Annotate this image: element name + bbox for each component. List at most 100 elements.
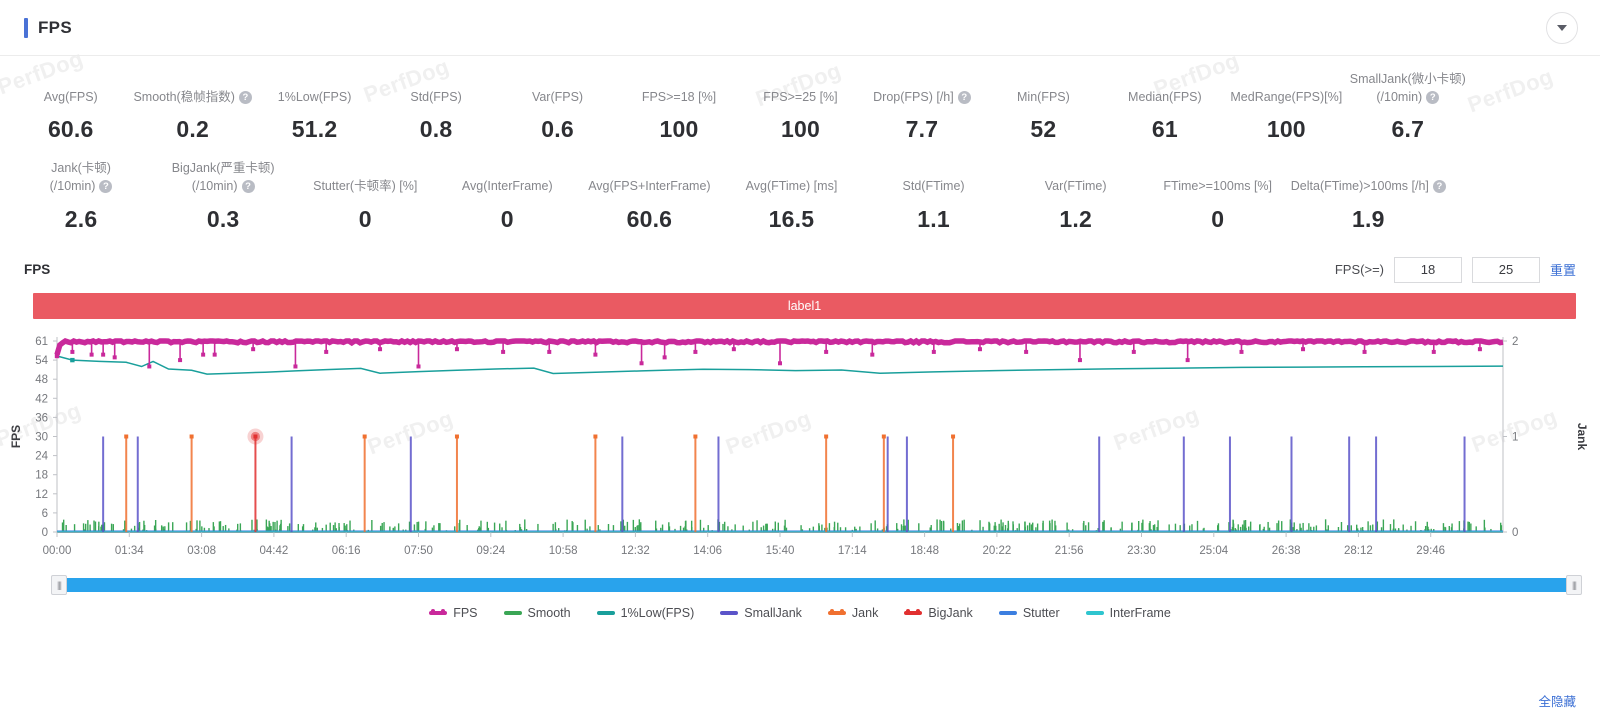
fps-drop-marker[interactable] — [378, 346, 383, 351]
metric-cell: Median(FPS) 61 — [1104, 72, 1225, 143]
reset-thresholds-link[interactable]: 重置 — [1550, 260, 1576, 279]
metric-label-line: Var(FPS) — [531, 90, 584, 105]
legend-item-1-low-fps[interactable]: 1%Low(FPS) — [596, 606, 694, 620]
jank-marker[interactable] — [593, 434, 598, 438]
fps-drop-marker[interactable] — [1431, 349, 1436, 354]
metric-label: Stutter(卡顿率) [%] — [296, 162, 434, 196]
fps-drop-marker[interactable] — [824, 349, 829, 354]
series-1pct-low-marker — [70, 357, 75, 362]
fps-drop-marker[interactable] — [112, 354, 117, 359]
legend-item-bigjank[interactable]: BigJank — [904, 606, 973, 620]
jank-marker[interactable] — [951, 434, 956, 438]
x-tick-label: 26:38 — [1272, 545, 1301, 557]
range-slider-track[interactable] — [57, 577, 1576, 592]
fps-drop-marker[interactable] — [324, 349, 329, 354]
x-tick-label: 21:56 — [1055, 545, 1084, 557]
help-icon[interactable]: ? — [241, 179, 255, 193]
help-icon[interactable]: ? — [238, 90, 252, 104]
fps-drop-marker[interactable] — [731, 346, 736, 351]
x-tick-label: 01:34 — [115, 545, 144, 557]
range-slider-left-handle[interactable]: ||| — [51, 574, 67, 595]
fps-drop-marker[interactable] — [1185, 357, 1190, 362]
jank-marker[interactable] — [362, 434, 367, 438]
label-band-label1[interactable]: label1 — [33, 292, 1576, 319]
fps-drop-marker[interactable] — [70, 349, 75, 354]
fps-chart-svg[interactable]: 06121824303642485461012FPS Jank00:00 01:34… — [0, 325, 1600, 573]
y-tick-label-left: 0 — [42, 527, 48, 539]
metric-label-line: SmallJank(微小卡顿) — [1349, 72, 1466, 86]
metric-label: Avg(FPS+InterFrame) — [580, 162, 718, 196]
fps-drop-marker[interactable] — [101, 352, 106, 357]
fps-drop-marker[interactable] — [662, 354, 667, 359]
fps-drop-marker[interactable] — [778, 360, 782, 365]
timeline-range-slider[interactable]: ||| ||| — [51, 574, 1582, 595]
fps-drop-marker[interactable] — [201, 352, 206, 357]
collapse-panel-button[interactable] — [1546, 12, 1578, 44]
fps-drop-marker[interactable] — [1477, 346, 1482, 351]
fps-drop-marker[interactable] — [212, 352, 217, 357]
fps-drop-marker[interactable] — [454, 346, 459, 351]
help-icon[interactable]: ? — [1426, 90, 1440, 104]
fps-drop-marker[interactable] — [870, 352, 875, 357]
fps-drop-marker[interactable] — [293, 363, 298, 368]
legend-item-jank[interactable]: Jank — [827, 606, 878, 620]
x-tick-label: 10:58 — [549, 545, 578, 557]
jank-marker[interactable] — [189, 434, 194, 438]
hide-all-series-link[interactable]: 全隐藏 — [1538, 691, 1576, 710]
y-tick-label-left: 24 — [35, 450, 48, 462]
metric-label — [1450, 189, 1588, 223]
metric-value: 52 — [1030, 116, 1057, 143]
fps-drop-marker[interactable] — [1362, 349, 1367, 354]
metric-label-line: Std(FPS) — [410, 90, 462, 105]
fps-drop-marker[interactable] — [1024, 349, 1029, 354]
help-icon[interactable]: ? — [99, 179, 113, 193]
fps-drop-marker[interactable] — [593, 352, 598, 357]
range-slider-right-handle[interactable]: ||| — [1566, 574, 1582, 595]
metric-label: Std(FTime) — [865, 162, 1003, 196]
jank-marker[interactable] — [124, 434, 129, 438]
metric-cell — [1469, 99, 1590, 143]
fps-drop-marker[interactable] — [931, 349, 936, 354]
fps-drop-marker[interactable] — [693, 349, 698, 354]
metric-label: Delta(FTime)>100ms [/h]? — [1291, 162, 1446, 196]
chart-toolbar: FPS FPS(>=) 重置 — [0, 256, 1600, 283]
fps-drop-marker[interactable] — [501, 349, 506, 354]
metric-value: 1.2 — [1059, 205, 1092, 232]
fps-drop-marker[interactable] — [1077, 357, 1082, 362]
legend-item-interframe[interactable]: InterFrame — [1085, 606, 1171, 620]
metric-label: MedRange(FPS)[%] — [1228, 72, 1345, 106]
fps-drop-marker[interactable] — [251, 346, 256, 351]
x-tick-label: 14:06 — [693, 545, 722, 557]
metric-label-line: Delta(FTime)>100ms [/h] — [1290, 179, 1429, 194]
metric-value: 60.6 — [47, 116, 94, 143]
fps-drop-marker[interactable] — [1131, 349, 1136, 354]
fps-drop-marker[interactable] — [1301, 346, 1306, 351]
fps-drop-marker[interactable] — [1239, 349, 1244, 354]
fps-drop-marker[interactable] — [547, 349, 552, 354]
y-tick-label-left: 12 — [35, 488, 48, 500]
legend-item-smalljank[interactable]: SmallJank — [720, 606, 802, 620]
help-icon[interactable]: ? — [1432, 179, 1446, 193]
fps-chart[interactable]: 0 6 12 18 24 30 36 42 48 54 61 0 1 2 FPS Jank 00:00 01:34… — [0, 325, 1600, 573]
legend-item-fps[interactable]: FPS — [429, 606, 478, 620]
jank-marker[interactable] — [454, 434, 459, 438]
label-band-text: label1 — [787, 298, 822, 313]
fps-drop-marker[interactable] — [147, 363, 152, 368]
metric-cell: 1%Low(FPS) 51.2 — [254, 72, 375, 143]
bigjank-marker[interactable] — [253, 434, 258, 438]
fps-drop-marker[interactable] — [89, 352, 94, 357]
fps-drop-marker[interactable] — [178, 357, 183, 362]
fps-threshold-2-input[interactable] — [1471, 256, 1540, 283]
jank-marker[interactable] — [693, 434, 698, 438]
fps-drop-marker[interactable] — [416, 363, 421, 368]
jank-marker[interactable] — [824, 434, 829, 438]
jank-marker[interactable] — [881, 434, 886, 438]
legend-item-stutter[interactable]: Stutter — [998, 606, 1060, 620]
fps-drop-marker[interactable] — [977, 346, 982, 351]
metric-value: 100 — [1266, 116, 1306, 143]
metric-label: FTime>=100ms [%] — [1149, 162, 1287, 196]
fps-threshold-1-input[interactable] — [1393, 256, 1462, 283]
fps-drop-marker[interactable] — [639, 360, 644, 365]
help-icon[interactable]: ? — [957, 90, 971, 104]
legend-item-smooth[interactable]: Smooth — [503, 606, 571, 620]
